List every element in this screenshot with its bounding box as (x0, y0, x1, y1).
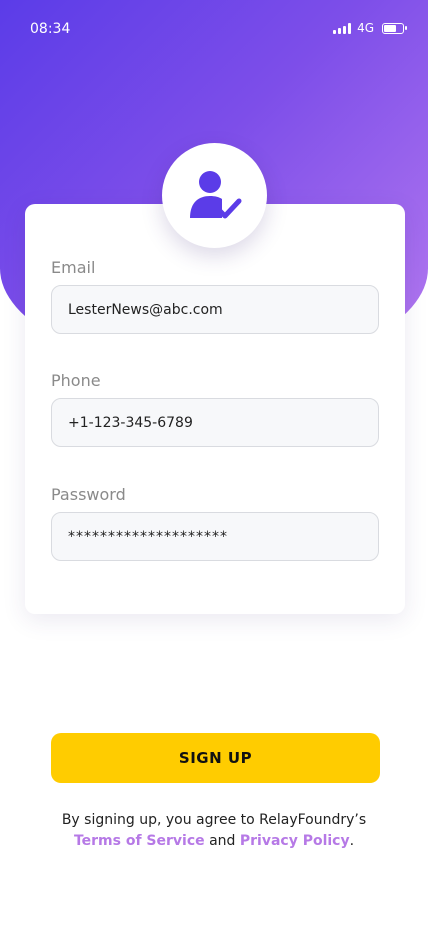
legal-suffix: . (349, 833, 355, 849)
password-label: Password (51, 485, 126, 504)
battery-icon (382, 22, 407, 34)
status-indicators: 4G (333, 21, 407, 35)
legal-and: and (209, 833, 236, 849)
signal-bars-icon (333, 22, 352, 34)
password-field[interactable] (51, 512, 379, 561)
status-bar: 08:34 4G (0, 0, 428, 58)
user-check-icon (189, 170, 241, 218)
avatar (162, 143, 267, 248)
battery-level (384, 24, 396, 32)
legal-prefix: By signing up, you agree to RelayFoundry… (61, 812, 367, 828)
legal-links-line: Terms of Service and Privacy Policy. (0, 831, 428, 852)
terms-of-service-link[interactable]: Terms of Service (74, 833, 205, 849)
privacy-policy-link[interactable]: Privacy Policy (240, 833, 350, 849)
signup-button[interactable]: SIGN UP (51, 733, 380, 783)
network-type: 4G (357, 21, 374, 35)
status-time: 08:34 (30, 21, 71, 37)
phone-field[interactable] (51, 398, 379, 447)
email-label: Email (51, 258, 96, 277)
email-field[interactable] (51, 285, 379, 334)
phone-label: Phone (51, 371, 101, 390)
legal-notice: By signing up, you agree to RelayFoundry… (0, 810, 428, 852)
